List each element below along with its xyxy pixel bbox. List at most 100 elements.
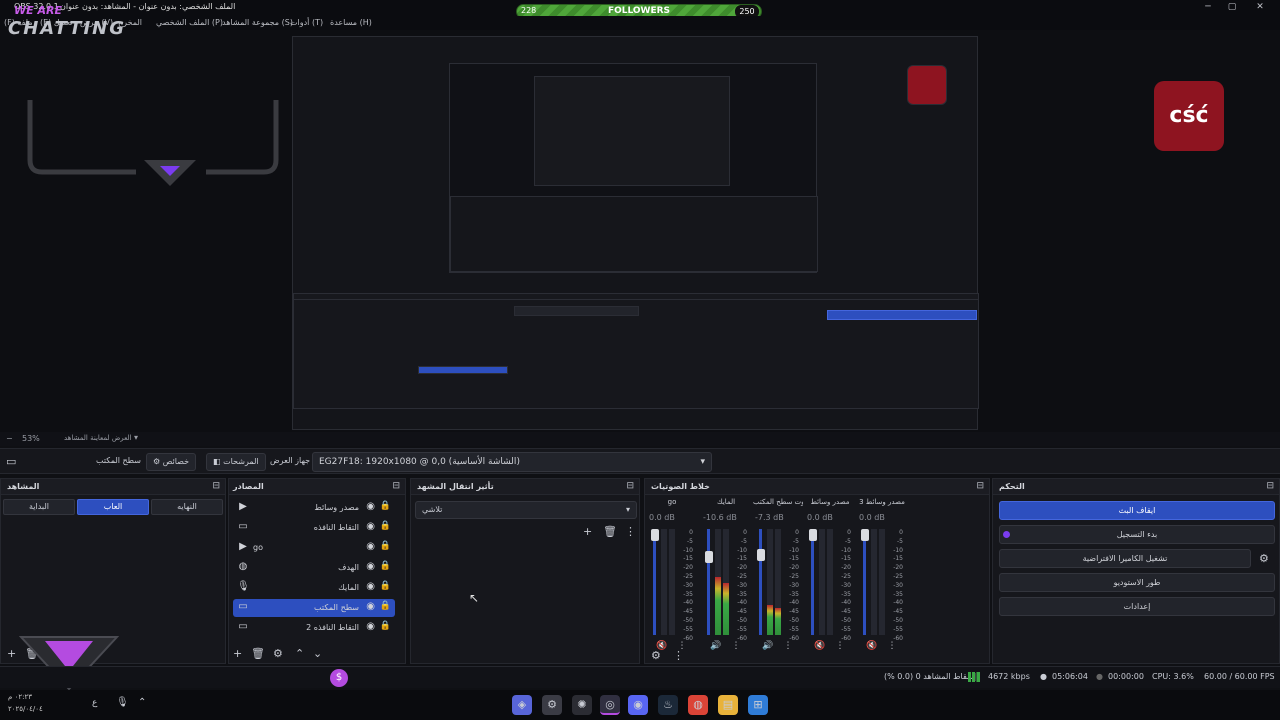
add-scene-icon[interactable]: + — [7, 647, 16, 660]
lock-icon[interactable]: 🔒 — [380, 581, 391, 591]
volume-fader[interactable] — [863, 529, 866, 635]
dock-menu-icon[interactable]: ⊟ — [976, 481, 984, 491]
zoom-level[interactable]: 53% — [22, 434, 40, 443]
remove-transition-icon[interactable]: 🗑 — [603, 525, 617, 538]
source-row-goal[interactable]: ◍ الهدف ◉ 🔒 — [233, 559, 395, 577]
source-row-go[interactable]: ▶ go ◉ 🔒 — [233, 539, 395, 557]
app-icon-file-explorer[interactable]: ▤ — [718, 695, 738, 715]
volume-fader[interactable] — [653, 529, 656, 635]
taskbar-time: ٠٢:٢٣ م — [8, 693, 32, 701]
volume-fader[interactable] — [707, 529, 710, 635]
start-virtual-camera-button[interactable]: تشغيل الكاميرا الافتراضية — [999, 549, 1251, 568]
settings-button[interactable]: إعدادات — [999, 597, 1275, 616]
nested-logo-badge — [907, 65, 947, 105]
language-icon[interactable]: ع — [92, 698, 97, 708]
source-row-mic[interactable]: 🎙 المايك ◉ 🔒 — [233, 579, 395, 597]
visibility-eye-icon[interactable]: ◉ — [366, 581, 375, 592]
visibility-eye-icon[interactable]: ◉ — [366, 501, 375, 512]
microphone-tray-icon[interactable]: 🎙 — [116, 697, 129, 708]
channel-menu-icon[interactable]: ⋮ — [885, 641, 899, 653]
properties-button[interactable]: ⚙ خصائص — [146, 453, 197, 471]
close-button[interactable]: ✕ — [1250, 1, 1270, 13]
move-down-icon[interactable]: ⌄ — [313, 647, 322, 660]
db-scale-tick: -40 — [737, 599, 747, 607]
lock-icon[interactable]: 🔒 — [380, 541, 391, 551]
channel-menu-icon[interactable]: ⋮ — [729, 641, 743, 653]
fader-handle[interactable] — [809, 529, 817, 541]
source-row-media[interactable]: ▶ مصدر وسائط ◉ 🔒 — [233, 499, 395, 517]
scene-button-start[interactable]: البداية — [3, 499, 75, 515]
muted-speaker-icon[interactable]: 🔇 — [813, 641, 827, 653]
add-transition-icon[interactable]: + — [583, 525, 592, 538]
menu-scene-collection[interactable]: مجموعة المشاهد (S) — [222, 18, 293, 27]
mixer-channel-go: go 0.0 dB 0 -5 -10 -15 -20 -25 -30 -35 -40 -45 -50 -5… — [647, 495, 697, 663]
lock-icon[interactable]: 🔒 — [380, 621, 391, 631]
start-recording-button[interactable]: بدء التسجيل — [999, 525, 1275, 544]
source-row-window-capture[interactable]: ▭ التقاط النافذه ◉ 🔒 — [233, 519, 395, 537]
source-row-desktop[interactable]: ▭ سطح المكتب ◉ 🔒 — [233, 599, 395, 617]
dock-menu-icon[interactable]: ⊟ — [626, 481, 634, 491]
menu-tools[interactable]: أدوات (T) — [290, 18, 323, 27]
transition-menu-icon[interactable]: ⋮ — [625, 525, 636, 538]
visibility-eye-icon[interactable]: ◉ — [366, 521, 375, 532]
app-icon-settings[interactable]: ⚙ — [542, 695, 562, 715]
zoom-dropdown-icon[interactable]: ▾ — [134, 433, 138, 442]
app-icon-obs-gear[interactable]: ✺ — [572, 695, 592, 715]
tray-expand-icon[interactable]: ⌃ — [138, 697, 146, 708]
app-icon-windows-start[interactable]: ⊞ — [748, 695, 768, 715]
menu-profile[interactable]: الملف الشخصي (P) — [156, 18, 223, 27]
cpu-usage: CPU: 3.6% — [1152, 672, 1194, 681]
volume-fader[interactable] — [759, 529, 762, 635]
app-icon-discord[interactable]: ◉ — [628, 695, 648, 715]
scene-button-end[interactable]: النهايه — [151, 499, 223, 515]
visibility-eye-icon[interactable]: ◉ — [366, 601, 375, 612]
lock-icon[interactable]: 🔒 — [380, 601, 391, 611]
channel-menu-icon[interactable]: ⋮ — [781, 641, 795, 653]
speaker-icon[interactable]: 🔊 — [709, 641, 723, 653]
transition-select[interactable]: تلاشي ▾ — [415, 501, 637, 519]
lock-icon[interactable]: 🔒 — [380, 561, 391, 571]
lock-icon[interactable]: 🔒 — [380, 501, 391, 511]
db-scale-tick: -45 — [683, 608, 693, 616]
app-icon-steam[interactable]: ♨ — [658, 695, 678, 715]
stop-streaming-button[interactable]: ايقاف البث — [999, 501, 1275, 520]
speaker-icon[interactable]: 🔊 — [761, 641, 775, 653]
add-source-icon[interactable]: + — [233, 647, 242, 660]
virtual-camera-settings-icon[interactable]: ⚙ — [1259, 552, 1269, 565]
channel-name: go — [667, 498, 677, 506]
scene-button-games[interactable]: العاب — [77, 499, 149, 515]
app-icon-discord-alt[interactable]: ◈ — [512, 695, 532, 715]
dock-menu-icon[interactable]: ⊟ — [392, 481, 400, 491]
volume-fader[interactable] — [811, 529, 814, 635]
mixer-menu-icon[interactable]: ⋮ — [673, 649, 684, 662]
source-properties-icon[interactable]: ⚙ — [273, 647, 283, 660]
fader-handle[interactable] — [705, 551, 713, 563]
dock-menu-icon[interactable]: ⊟ — [1266, 481, 1274, 491]
window-icon: ▭ — [238, 521, 248, 532]
visibility-eye-icon[interactable]: ◉ — [366, 541, 375, 552]
maximize-button[interactable]: ▢ — [1222, 1, 1242, 13]
zoom-minus-icon[interactable]: − — [6, 434, 13, 443]
fader-handle[interactable] — [757, 549, 765, 561]
dock-menu-icon[interactable]: ⊟ — [212, 481, 220, 491]
minimize-button[interactable]: ─ — [1198, 1, 1218, 13]
fader-handle[interactable] — [651, 529, 659, 541]
move-up-icon[interactable]: ⌃ — [295, 647, 304, 660]
menu-help[interactable]: مساعدة (H) — [330, 18, 372, 27]
source-row-window-capture-2[interactable]: ▭ التقاط النافذه 2 ◉ 🔒 — [233, 619, 395, 637]
lock-icon[interactable]: 🔒 — [380, 521, 391, 531]
mixer-settings-icon[interactable]: ⚙ — [651, 649, 661, 662]
filters-button[interactable]: ◧ المرشحات — [206, 453, 266, 471]
channel-menu-icon[interactable]: ⋮ — [833, 641, 847, 653]
monitor-icon: ▭ — [238, 601, 248, 612]
fader-handle[interactable] — [861, 529, 869, 541]
remove-source-icon[interactable]: 🗑 — [251, 647, 265, 660]
visibility-eye-icon[interactable]: ◉ — [366, 621, 375, 632]
display-device-select[interactable]: EG27F18: 1920x1080 @ 0,0 (الشاشة الأساسي… — [312, 452, 712, 472]
muted-speaker-icon[interactable]: 🔇 — [865, 641, 879, 653]
studio-mode-button[interactable]: طور الاستوديو — [999, 573, 1275, 592]
app-icon-obs[interactable]: ◎ — [600, 695, 620, 715]
app-icon-chrome[interactable]: ◍ — [688, 695, 708, 715]
db-scale-tick: -30 — [683, 581, 693, 589]
visibility-eye-icon[interactable]: ◉ — [366, 561, 375, 572]
